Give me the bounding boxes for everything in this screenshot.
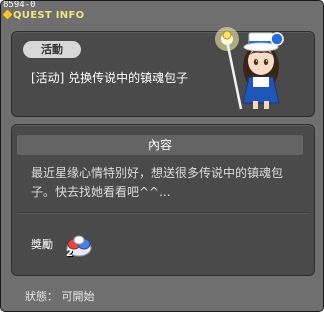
quest-info-icon — [2, 9, 13, 20]
content-header: 內容 — [17, 135, 303, 155]
reward-label: 獎勵 — [31, 238, 53, 251]
reward-item-count: 2 — [66, 248, 73, 259]
window-title: QUEST INFO — [13, 10, 85, 21]
quest-info-window: 8594-0 QUEST INFO 活動 [活动] 兑换传说中的镇魂包子 內容 … — [0, 0, 324, 312]
npc-character-icon — [215, 27, 284, 110]
quest-description: 最近星缘心情特别好，想送很多传说中的镇魂包子。快去找她看看吧^^... — [31, 166, 284, 199]
quest-name: [活动] 兑换传说中的镇魂包子 — [31, 71, 189, 85]
quest-status: 狀態： 可開始 — [25, 290, 95, 303]
reward-divider — [17, 212, 307, 213]
quest-category-tag: 活動 — [23, 41, 81, 58]
